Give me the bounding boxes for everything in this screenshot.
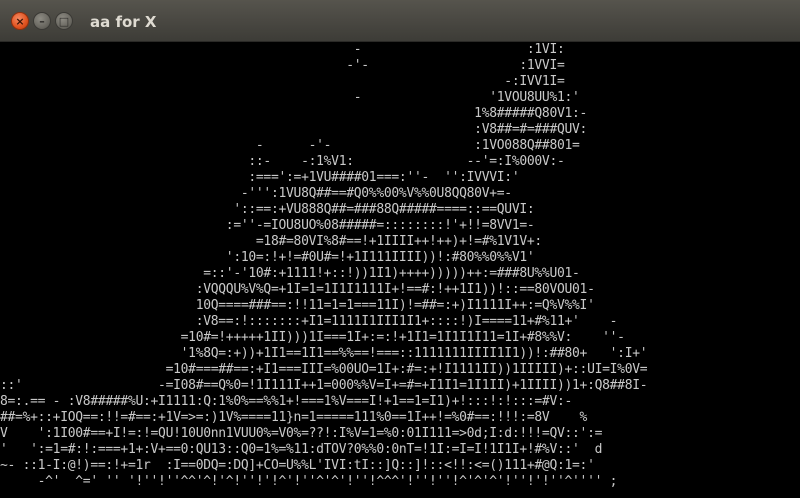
app-window: × – □ aa for X - :1VI: -'-:1VVI= -:IVV1…: [0, 0, 800, 498]
ascii-line: V ':1I00#==+I!=:!=QU!10U0nn1VUU0%=V0%=??…: [0, 426, 603, 441]
title-bar[interactable]: × – □ aa for X: [0, 0, 800, 42]
ascii-line: =18#=80VI%8#==!+1IIII++!++)+!=#%1V1V+:: [0, 234, 542, 249]
ascii-line: :===':=+1VU####01===:''- '':IVVVI:': [0, 170, 520, 185]
ascii-line: -:IVV1I=: [0, 74, 565, 89]
ascii-line: ##=%+::+IOQ==:!!=#==:+1V=>=:)1V%====11}n…: [0, 410, 588, 425]
ascii-line: =::'-'10#:+1111!+::!))1I1)++++)))))++:=#…: [0, 266, 580, 281]
ascii-line: :=''-=IOU8UO%08#####=::::::::!'+!!=8VV1=…: [0, 218, 535, 233]
ascii-line: :V8##=#=###QUV:: [0, 122, 588, 137]
ascii-line: - -'- :1VO088Q##801=: [0, 138, 580, 153]
ascii-line: 8=:.== - :V8#####%U:+I1111:Q:1%0%==%%1+!…: [0, 394, 573, 409]
ascii-line: - '1VOU8UU%1:': [0, 90, 580, 105]
maximize-window-button[interactable]: □: [55, 12, 73, 30]
ascii-line: '::==:+VU888Q##=###88Q#####====::==QUVI:: [0, 202, 535, 217]
ascii-line: - :1VI:: [0, 42, 565, 57]
ascii-line: :V8==:!:::::::+I1=1111I1III1I1+::::!)I==…: [0, 314, 618, 329]
ascii-line: ::- -:1%V1: --'=:I%000V:-: [0, 154, 565, 169]
minimize-window-button[interactable]: –: [33, 12, 51, 30]
ascii-line: -^' ^=' '' '!''!''^^'^!'^!''!'!^'!''^'^'…: [0, 474, 618, 489]
ascii-line: ' ':=1=#:!:===+1+:V+==0:QU13::Q0=1%=%11:…: [0, 442, 603, 457]
ascii-line: '1%8Q=:+))+1I1==1I1==%%==!===::1111111II…: [0, 346, 648, 361]
ascii-line: -''':1VU8Q##==#Q0%%00%V%%0U8QQ80V+=-: [0, 186, 512, 201]
minimize-icon: –: [39, 14, 45, 28]
ascii-art-canvas: - :1VI: -'- :1VVI= -:IVV1I= - '1VOU8UU%1…: [0, 42, 800, 498]
ascii-line: ~- ::1-I:@!)==:!+=1r :I==0DQ=:DQ]+CO=U%%…: [0, 458, 595, 473]
ascii-line: ':10=:!+!=#0U#=!+1I111IIII))!:#80%%0%%V1…: [0, 250, 535, 265]
ascii-line: =10#=!+++++1II)))1I===1I+:=:!+1I1=1I1I1I…: [0, 330, 625, 345]
ascii-line: =10#===##==:+I1===III=%00UO=1I+:#=:+!I11…: [0, 362, 648, 377]
ascii-line: 1%8#####Q80V1:-: [0, 106, 588, 121]
window-title: aa for X: [90, 13, 157, 31]
ascii-line: :VQQQU%V%Q=+1I=1=1I1I1111I+!==#:!++1I1))…: [0, 282, 595, 297]
close-icon: ×: [15, 14, 25, 28]
maximize-icon: □: [58, 14, 70, 28]
close-window-button[interactable]: ×: [11, 12, 29, 30]
ascii-line: -'- :1VVI=: [0, 58, 565, 73]
ascii-line: 10Q====###==:!!11=1=1===11I)!=##=:+)I111…: [0, 298, 595, 313]
ascii-line: ::' -=I08#==Q%0=!1I111I++1=000%%V=I+=#=+…: [0, 378, 648, 393]
